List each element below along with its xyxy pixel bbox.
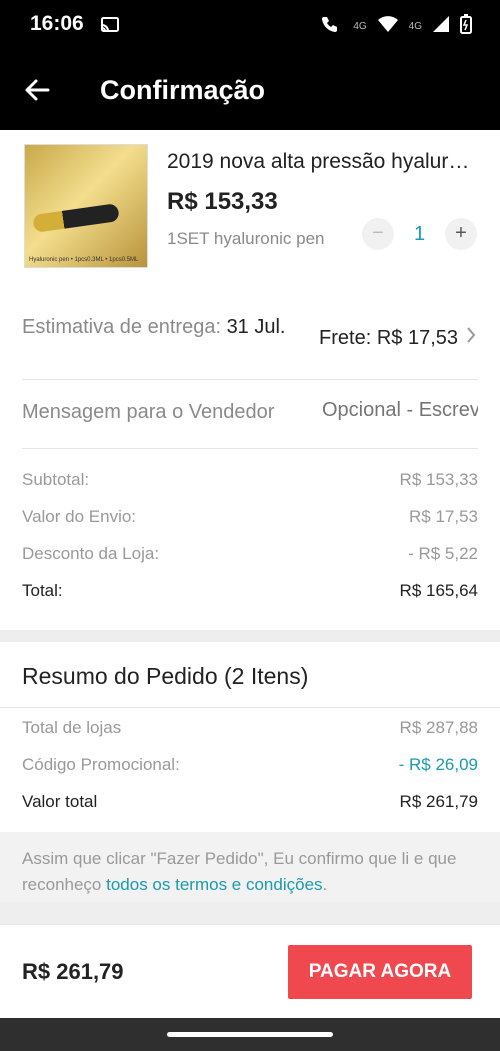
subtotal-row: Subtotal: R$ 153,33 bbox=[22, 470, 478, 490]
cast-icon bbox=[100, 16, 120, 39]
pay-now-button[interactable]: PAGAR AGORA bbox=[288, 945, 472, 999]
wifi-icon bbox=[377, 15, 399, 38]
stores-total-label: Total de lojas bbox=[22, 718, 122, 737]
grand-total-label: Valor total bbox=[22, 792, 98, 811]
shipping-value: R$ 17,53 bbox=[409, 507, 478, 526]
page-title: Confirmação bbox=[100, 75, 266, 105]
quantity-increase-button[interactable]: + bbox=[445, 218, 477, 250]
app-bar: Confirmação bbox=[0, 52, 500, 130]
status-bar: 16:06 4G 4G bbox=[0, 0, 500, 52]
subtotal-value: R$ 153,33 bbox=[399, 470, 478, 489]
home-gesture-handle[interactable] bbox=[167, 1032, 333, 1037]
shipping-price: Frete: R$ 17,53 bbox=[319, 326, 458, 349]
order-summary-title: Resumo do Pedido (2 Itens) bbox=[22, 663, 309, 689]
stores-total-row: Total de lojas R$ 287,88 bbox=[22, 718, 478, 738]
promo-code-label: Código Promocional: bbox=[22, 755, 180, 774]
store-total-row: Total: R$ 165,64 bbox=[22, 581, 478, 601]
checkout-total: R$ 261,79 bbox=[22, 959, 124, 984]
wifi-call-icon bbox=[321, 15, 343, 38]
store-total-value: R$ 165,64 bbox=[399, 581, 478, 600]
product-variant: 1SET hyaluronic pen bbox=[167, 229, 325, 248]
divider bbox=[0, 707, 500, 708]
battery-icon bbox=[460, 14, 472, 39]
stores-total-value: R$ 287,88 bbox=[399, 718, 478, 737]
checkout-bar: R$ 261,79 PAGAR AGORA bbox=[0, 924, 500, 1018]
delivery-estimate-date: 31 Jul. bbox=[226, 316, 286, 338]
store-discount-value: - R$ 5,22 bbox=[408, 544, 478, 563]
shipping-row: Valor do Envio: R$ 17,53 bbox=[22, 507, 478, 527]
shipping-option[interactable]: Frete: R$ 17,53 bbox=[319, 326, 476, 350]
subtotal-label: Subtotal: bbox=[22, 470, 90, 489]
network-label: 4G bbox=[353, 21, 367, 32]
system-nav-bar bbox=[0, 1018, 500, 1051]
promo-code-value: - R$ 26,09 bbox=[398, 755, 478, 774]
product-price: R$ 153,33 bbox=[167, 188, 278, 215]
quantity-value: 1 bbox=[414, 223, 426, 245]
quantity-decrease-button[interactable]: − bbox=[362, 218, 394, 250]
chevron-right-icon bbox=[466, 326, 476, 350]
back-arrow-icon[interactable] bbox=[24, 78, 50, 107]
status-time: 16:06 bbox=[30, 12, 84, 35]
store-discount-row: Desconto da Loja: - R$ 5,22 bbox=[22, 544, 478, 564]
section-separator bbox=[0, 630, 500, 642]
product-image-caption: Hyaluronic pen • 1pcs0.3ML • 1pcs0.5ML bbox=[29, 257, 139, 263]
seller-message-label: Mensagem para o Vendedor bbox=[22, 401, 275, 423]
product-pen-illustration bbox=[32, 203, 120, 233]
network-label-secondary: 4G bbox=[408, 21, 422, 32]
store-total-label: Total: bbox=[22, 581, 63, 600]
terms-link[interactable]: todos os termos e condições bbox=[106, 875, 322, 894]
divider bbox=[22, 448, 478, 449]
terms-end: . bbox=[322, 875, 328, 894]
delivery-estimate-label: Estimativa de entrega: bbox=[22, 316, 221, 338]
terms-notice: Assim que clicar "Fazer Pedido", Eu conf… bbox=[0, 832, 500, 902]
grand-total-value: R$ 261,79 bbox=[399, 792, 478, 811]
section-separator bbox=[0, 902, 500, 924]
shipping-label: Valor do Envio: bbox=[22, 507, 137, 526]
product-image[interactable]: Hyaluronic pen • 1pcs0.3ML • 1pcs0.5ML bbox=[24, 144, 148, 268]
store-discount-label: Desconto da Loja: bbox=[22, 544, 160, 563]
signal-icon bbox=[432, 15, 450, 38]
delivery-estimate: Estimativa de entrega: 31 Jul. bbox=[22, 314, 292, 341]
divider bbox=[22, 379, 478, 380]
seller-message-input[interactable] bbox=[322, 399, 478, 422]
product-name[interactable]: 2019 nova alta pressão hyaluronic pen bbox=[167, 150, 477, 174]
status-icons: 4G 4G bbox=[321, 14, 472, 39]
promo-code-row[interactable]: Código Promocional: - R$ 26,09 bbox=[22, 755, 478, 775]
grand-total-row: Valor total R$ 261,79 bbox=[22, 792, 478, 812]
